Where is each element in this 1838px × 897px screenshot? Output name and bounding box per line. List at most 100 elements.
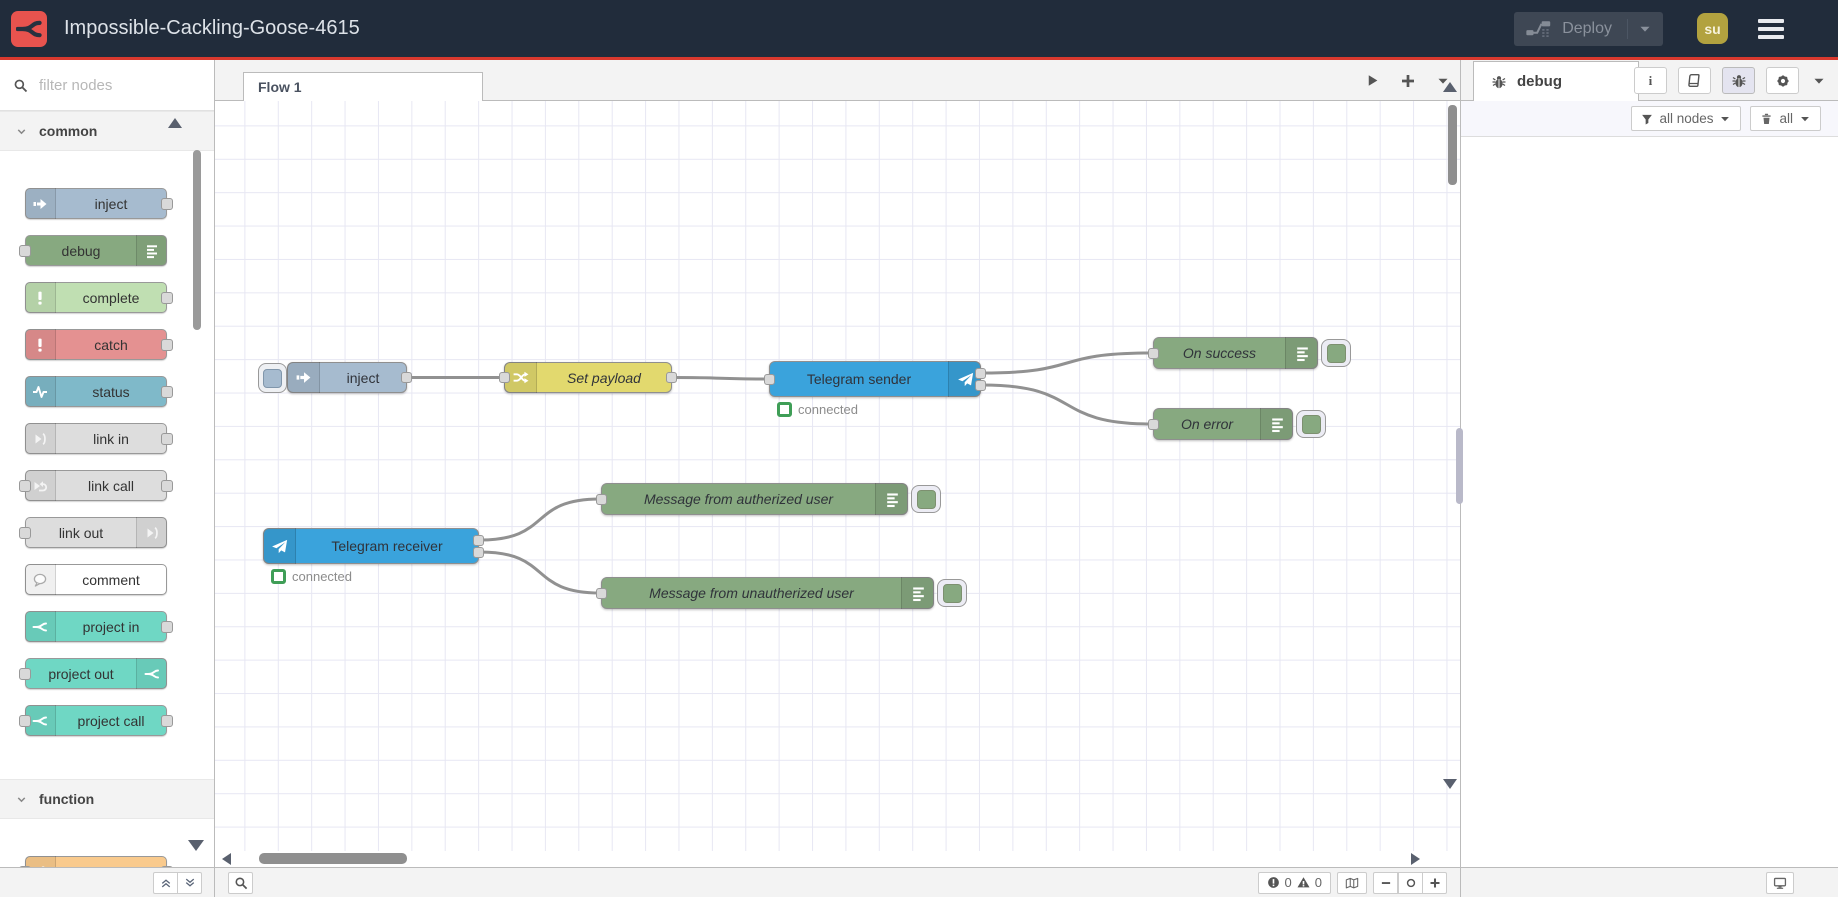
node-input-port[interactable]: [19, 668, 31, 680]
debug-enable-toggle[interactable]: [911, 485, 941, 513]
node-output-port[interactable]: [161, 386, 173, 398]
sidebar-config-button[interactable]: [1766, 67, 1799, 94]
open-dashboard-button[interactable]: [1766, 871, 1794, 894]
canvas-scroll-right-arrow[interactable]: [1411, 853, 1420, 865]
search-flows-button[interactable]: [228, 871, 253, 894]
sidebar-help-button[interactable]: [1678, 67, 1711, 94]
palette-node-link-call[interactable]: link call: [19, 470, 173, 501]
zoom-in-button[interactable]: [1422, 871, 1447, 894]
palette-node-project-call[interactable]: project call: [19, 705, 173, 736]
node-output-port[interactable]: [161, 433, 173, 445]
debug-enable-toggle[interactable]: [1296, 410, 1326, 438]
flow-canvas[interactable]: inject Set payload Telegram sender connecte…: [215, 101, 1460, 851]
flow-tabs-menu-button[interactable]: [1436, 60, 1450, 101]
canvas-scroll-left-arrow[interactable]: [222, 853, 231, 865]
node-output-port[interactable]: [161, 480, 173, 492]
zoom-out-button[interactable]: [1373, 871, 1398, 894]
palette-node-catch[interactable]: catch: [25, 329, 173, 360]
flow-node-inject[interactable]: inject: [287, 362, 412, 393]
tab-flow-1[interactable]: Flow 1: [243, 72, 483, 101]
node-input-port[interactable]: [596, 493, 607, 505]
palette-node-project-out[interactable]: project out: [19, 658, 167, 689]
flow-node-set-payload[interactable]: Set payload: [499, 362, 677, 393]
debug-clear-button[interactable]: all: [1750, 106, 1821, 131]
node-output-port[interactable]: [473, 546, 484, 558]
deploy-button[interactable]: Deploy: [1514, 11, 1663, 46]
wire[interactable]: [980, 383, 1154, 426]
palette-node-complete[interactable]: complete: [25, 282, 173, 313]
node-input-port[interactable]: [1148, 347, 1159, 359]
debug-enable-toggle[interactable]: [937, 579, 967, 607]
palette-node-inject[interactable]: inject: [25, 188, 173, 219]
flow-node-msg-authorized[interactable]: Message from autherized user: [596, 483, 908, 515]
sidebar-resize-grip[interactable]: [1456, 428, 1463, 504]
palette-node-comment[interactable]: comment: [25, 564, 167, 595]
debug-filter-button[interactable]: all nodes: [1631, 106, 1742, 131]
error-icon: [1267, 876, 1280, 889]
node-output-port[interactable]: [161, 198, 173, 210]
open-flow-list-button[interactable]: [1365, 60, 1380, 101]
node-output-port[interactable]: [401, 372, 412, 383]
node-output-port[interactable]: [161, 621, 173, 633]
node-output-port[interactable]: [975, 379, 986, 391]
user-avatar[interactable]: su: [1697, 13, 1728, 44]
tab-debug[interactable]: debug: [1473, 61, 1639, 101]
chevron-down-icon[interactable]: [1638, 22, 1652, 36]
node-output-port[interactable]: [473, 534, 484, 546]
toggle-navigator-button[interactable]: [1337, 871, 1367, 894]
palette-node-project-in[interactable]: project in: [25, 611, 173, 642]
inject-trigger-button[interactable]: [258, 363, 287, 393]
flow-node-icon-section: [948, 361, 981, 397]
palette-node-debug[interactable]: debug: [19, 235, 167, 266]
palette-node-function[interactable]: ffunction: [19, 856, 173, 867]
sidebar-menu-button[interactable]: [1812, 74, 1826, 88]
node-output-port[interactable]: [161, 715, 173, 727]
palette-collapse-all-button[interactable]: [153, 871, 178, 894]
wire[interactable]: [980, 351, 1154, 375]
canvas-vertical-scrollbar-thumb[interactable]: [1448, 105, 1457, 185]
flow-node-telegram-sender[interactable]: Telegram sender: [764, 361, 986, 397]
debug-enable-toggle[interactable]: [1321, 339, 1351, 367]
node-input-port[interactable]: [19, 715, 31, 727]
node-input-port[interactable]: [19, 245, 31, 257]
node-input-port[interactable]: [499, 372, 510, 383]
flow-node-on-success[interactable]: On success: [1148, 337, 1318, 369]
debug-lines-icon: [144, 243, 160, 259]
node-output-port[interactable]: [975, 367, 986, 379]
palette-node-status[interactable]: status: [25, 376, 173, 407]
zoom-reset-button[interactable]: [1398, 871, 1423, 894]
palette-node-link-in[interactable]: link in: [25, 423, 173, 454]
palette-scrollbar-thumb[interactable]: [193, 150, 201, 330]
palette-category-header-common[interactable]: common: [0, 111, 214, 151]
debug-lines-icon: [884, 491, 901, 508]
flow-node-telegram-receiver[interactable]: Telegram receiver: [263, 528, 484, 564]
wire[interactable]: [478, 550, 602, 595]
palette-expand-all-button[interactable]: [177, 871, 202, 894]
shuffle-arrows-icon: [512, 369, 529, 386]
node-input-port[interactable]: [596, 587, 607, 599]
sidebar-info-button[interactable]: i: [1634, 67, 1667, 94]
canvas-horizontal-scrollbar-thumb[interactable]: [259, 853, 407, 864]
node-output-port[interactable]: [666, 372, 677, 383]
wire[interactable]: [478, 497, 602, 542]
node-input-port[interactable]: [19, 527, 31, 539]
flow-node-on-error[interactable]: On error: [1148, 408, 1293, 440]
palette-node-link-out[interactable]: link out: [19, 517, 167, 548]
node-output-port[interactable]: [161, 339, 173, 351]
main-menu-button[interactable]: [1758, 18, 1784, 39]
node-input-port[interactable]: [1148, 418, 1159, 430]
node-input-port[interactable]: [764, 373, 775, 385]
notification-counts[interactable]: 0 0: [1257, 871, 1331, 894]
palette-scroll-down-arrow[interactable]: [188, 840, 204, 851]
palette-category-header-function[interactable]: function: [0, 779, 214, 819]
node-output-port[interactable]: [161, 292, 173, 304]
canvas-scroll-up-arrow[interactable]: [1443, 82, 1457, 92]
sidebar-debug-button[interactable]: [1722, 67, 1755, 94]
flow-node-msg-unauthorized[interactable]: Message from unautherized user: [596, 577, 934, 609]
canvas-scroll-down-arrow[interactable]: [1443, 779, 1457, 789]
wire[interactable]: [671, 376, 770, 381]
palette-scroll-up-arrow[interactable]: [168, 118, 182, 128]
add-flow-button[interactable]: [1400, 60, 1416, 101]
node-input-port[interactable]: [19, 480, 31, 492]
palette-search-input[interactable]: [37, 75, 181, 95]
